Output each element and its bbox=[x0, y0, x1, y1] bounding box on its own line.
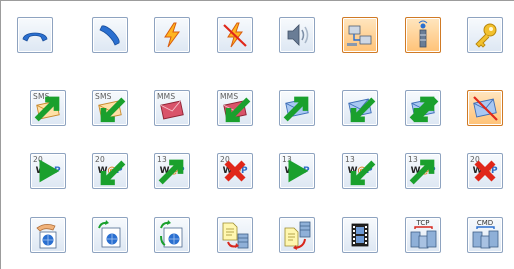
cmd-servers-icon bbox=[472, 226, 499, 249]
document-server-icon bbox=[222, 222, 249, 249]
server-document-icon bbox=[284, 221, 311, 250]
wap-20-play-button[interactable]: 20 W@P bbox=[30, 153, 66, 189]
hangup-button[interactable] bbox=[17, 17, 53, 53]
web-share-icon bbox=[36, 224, 57, 249]
email-send-receive-button[interactable] bbox=[405, 90, 441, 126]
wap-20-receive-button[interactable]: 20 W@P bbox=[92, 153, 128, 189]
signal-tower-icon bbox=[418, 20, 428, 48]
wap-13-play-button[interactable]: 13 W@P bbox=[279, 153, 315, 189]
web-share-button[interactable] bbox=[30, 217, 66, 253]
web-sync-button[interactable] bbox=[154, 217, 190, 253]
wap-13-receive-button[interactable]: 13 W@P bbox=[342, 153, 378, 189]
email-cancel-button[interactable] bbox=[467, 90, 503, 126]
hangup-icon bbox=[22, 32, 48, 42]
play-icon bbox=[39, 159, 60, 183]
receive-arrow-icon bbox=[350, 160, 376, 186]
film-button[interactable] bbox=[342, 217, 378, 253]
web-refresh-icon bbox=[98, 220, 121, 248]
wap-20-cancel-2-button[interactable]: 20 W@P bbox=[467, 153, 503, 189]
network-button[interactable] bbox=[342, 17, 378, 53]
send-arrow-icon bbox=[158, 159, 184, 185]
email-receive-button[interactable] bbox=[342, 90, 378, 126]
lightning-off-icon bbox=[223, 22, 247, 48]
cancel-x-icon bbox=[224, 160, 246, 182]
wap-20-cancel-button[interactable]: 20 W@P bbox=[217, 153, 253, 189]
tcp-servers-button[interactable]: TCP bbox=[405, 217, 441, 253]
mms-receive-button[interactable]: MMS bbox=[217, 90, 253, 126]
lightning-off-button[interactable] bbox=[217, 17, 253, 53]
web-sync-icon bbox=[160, 220, 183, 248]
cmd-servers-button[interactable]: CMD bbox=[467, 217, 503, 253]
send-arrow-icon bbox=[34, 96, 60, 122]
mms-button[interactable]: MMS bbox=[154, 90, 190, 126]
server-to-document-button[interactable] bbox=[279, 217, 315, 253]
key-button[interactable] bbox=[467, 17, 503, 53]
network-icon bbox=[347, 25, 372, 46]
wap-13-send-2-button[interactable]: 13 W@P bbox=[405, 153, 441, 189]
lightning-icon bbox=[164, 22, 180, 48]
film-icon bbox=[351, 223, 369, 247]
receive-arrow-icon bbox=[100, 160, 126, 186]
call-button[interactable] bbox=[92, 17, 128, 53]
sms-receive-button[interactable]: SMS bbox=[92, 90, 128, 126]
receive-arrow-icon bbox=[100, 97, 126, 123]
receive-arrow-icon bbox=[225, 97, 251, 123]
signal-tower-button[interactable] bbox=[405, 17, 441, 53]
tcp-servers-icon bbox=[410, 226, 437, 249]
speaker-icon bbox=[287, 24, 309, 46]
key-icon bbox=[475, 23, 497, 48]
speaker-button[interactable] bbox=[279, 17, 315, 53]
send-arrow-icon bbox=[409, 159, 435, 185]
email-cancel-icon bbox=[473, 96, 498, 121]
lightning-button[interactable] bbox=[154, 17, 190, 53]
document-to-server-button[interactable] bbox=[217, 217, 253, 253]
send-arrow-icon bbox=[283, 96, 309, 122]
web-refresh-button[interactable] bbox=[92, 217, 128, 253]
send-arrow-icon bbox=[409, 96, 435, 122]
wap-13-send-button[interactable]: 13 W@P bbox=[154, 153, 190, 189]
sms-send-button[interactable]: SMS bbox=[30, 90, 66, 126]
play-icon bbox=[288, 159, 309, 183]
cancel-x-icon bbox=[474, 160, 496, 182]
email-send-button[interactable] bbox=[279, 90, 315, 126]
call-icon bbox=[99, 25, 120, 46]
receive-arrow-icon bbox=[350, 97, 376, 123]
mms-envelope-icon bbox=[160, 100, 184, 120]
